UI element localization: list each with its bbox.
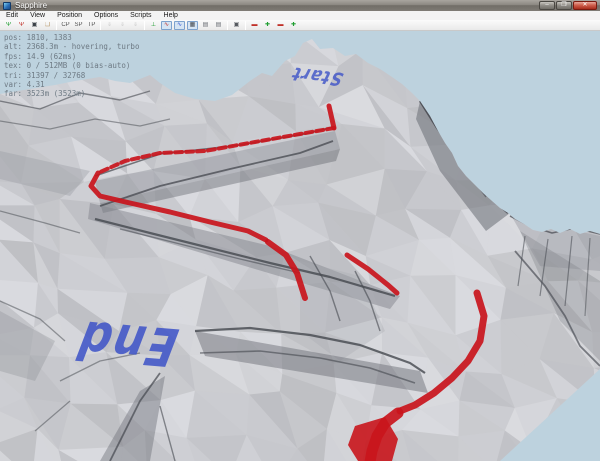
preset-tp-icon[interactable]: TP <box>86 21 97 30</box>
clip-dec-icon[interactable]: ▬ <box>249 21 260 30</box>
download-slot2-icon: ⇓ <box>117 21 128 30</box>
layout-grid-icon[interactable]: ▣ <box>231 21 242 30</box>
app-icon <box>3 2 11 10</box>
toolbar-separator <box>56 21 57 30</box>
window-title: Sapphire <box>15 1 47 11</box>
terrain-viewport[interactable]: pos: 1810, 1383alt: 2368.3m - hovering, … <box>0 31 600 461</box>
detail-dec-icon[interactable]: ▬ <box>275 21 286 30</box>
toolbar-separator <box>144 21 145 30</box>
hud-line: far: 3523m (3523m) <box>4 89 139 98</box>
stats-tex-icon[interactable]: ▤ <box>200 21 211 30</box>
hud-line: tex: 0 / 512MB (0 bias-auto) <box>4 61 139 70</box>
menu-item-position[interactable]: Position <box>51 11 88 20</box>
toolbar-separator <box>227 21 228 30</box>
download-slot1-icon: ⇓ <box>104 21 115 30</box>
toolbar-separator <box>245 21 246 30</box>
menu-item-help[interactable]: Help <box>158 11 184 20</box>
toolbar-separator <box>100 21 101 30</box>
menu-item-view[interactable]: View <box>24 11 51 20</box>
window-controls: –❐✕ <box>539 1 597 10</box>
detail-inc-icon[interactable]: ✚ <box>288 21 299 30</box>
maximize-button[interactable]: ❐ <box>556 1 572 10</box>
toolbar: ΨΨ▣❏CPSPTP⇓⇓⇓⊥∿∿▦▤▤▣▬✚▬✚ <box>0 20 600 31</box>
new-file-icon[interactable]: ❏ <box>42 21 53 30</box>
import-terrain-icon[interactable]: ▣ <box>29 21 40 30</box>
minimize-button[interactable]: – <box>539 1 555 10</box>
hud-line: fps: 14.9 (62ms) <box>4 52 139 61</box>
terrain-mode-icon[interactable]: ⊥ <box>148 21 159 30</box>
menu-item-edit[interactable]: Edit <box>0 11 24 20</box>
hud-line: tri: 31397 / 32768 <box>4 71 139 80</box>
marker-green-icon[interactable]: Ψ <box>3 21 14 30</box>
clip-inc-icon[interactable]: ✚ <box>262 21 273 30</box>
hud-line: var: 4.31 <box>4 80 139 89</box>
hud-line: pos: 1810, 1383 <box>4 33 139 42</box>
download-slot3-icon: ⇓ <box>130 21 141 30</box>
graph-red-icon[interactable]: ∿ <box>161 21 172 30</box>
debug-hud: pos: 1810, 1383alt: 2368.3m - hovering, … <box>4 33 139 99</box>
marker-red-icon[interactable]: Ψ <box>16 21 27 30</box>
title-bar[interactable]: Sapphire –❐✕ <box>0 0 600 11</box>
stats-fps-icon[interactable]: ▦ <box>187 21 198 30</box>
graph-blue-icon[interactable]: ∿ <box>174 21 185 30</box>
stats-tri-icon[interactable]: ▤ <box>213 21 224 30</box>
app-window: Sapphire –❐✕ EditViewPositionOptionsScri… <box>0 0 600 461</box>
menu-item-options[interactable]: Options <box>88 11 124 20</box>
preset-sp-icon[interactable]: SP <box>73 21 84 30</box>
preset-cp-icon[interactable]: CP <box>60 21 71 30</box>
menu-bar: EditViewPositionOptionsScriptsHelp <box>0 11 600 20</box>
hud-line: alt: 2368.3m - hovering, turbo <box>4 42 139 51</box>
close-button[interactable]: ✕ <box>573 1 597 10</box>
menu-item-scripts[interactable]: Scripts <box>124 11 157 20</box>
